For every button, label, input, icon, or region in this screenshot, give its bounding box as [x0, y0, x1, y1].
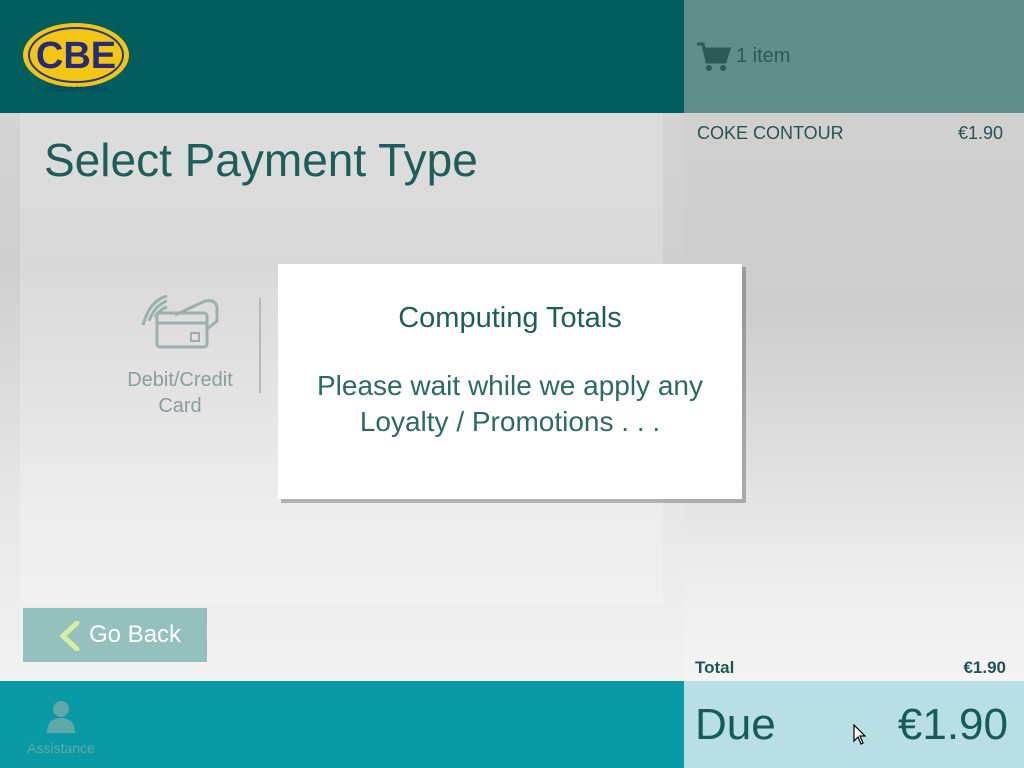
option-divider	[259, 298, 261, 393]
due-label: Due	[695, 700, 776, 749]
cart-item-count: 1 item	[736, 45, 791, 67]
payment-option-label-line1: Debit/Credit	[127, 369, 233, 391]
cbe-logo: CBE CONCANNON GROUP	[23, 23, 129, 93]
cart-line-name: COKE CONTOUR	[697, 123, 844, 143]
dialog-title: Computing Totals	[398, 302, 622, 334]
page-title: Select Payment Type	[44, 134, 478, 186]
mouse-cursor-icon	[853, 724, 867, 745]
dialog-message-line1: Please wait while we apply any	[317, 370, 703, 401]
footer-bar	[0, 681, 684, 768]
contactless-card-icon	[141, 295, 219, 349]
payment-option-label-line2: Card	[158, 395, 202, 417]
dialog-message-line2: Loyalty / Promotions . . .	[359, 406, 661, 437]
payment-option-label: Debit/Credit Card	[110, 367, 250, 419]
go-back-label: Go Back	[89, 621, 182, 648]
assistance-label: Assistance	[27, 740, 95, 756]
payment-option-card[interactable]: Debit/Credit Card	[110, 295, 250, 425]
due-value: €1.90	[897, 700, 1008, 749]
header-bar: CBE CONCANNON GROUP	[0, 0, 684, 113]
chevron-left-icon	[59, 621, 80, 651]
cart-header	[684, 0, 1024, 113]
svg-text:CONCANNON GROUP: CONCANNON GROUP	[44, 87, 107, 93]
dialog-message: Please wait while we apply any Loyalty /…	[278, 368, 742, 440]
go-back-button[interactable]: Go Back	[23, 608, 207, 662]
total-value: €1.90	[963, 658, 1006, 677]
person-icon	[47, 701, 75, 733]
total-label: Total	[695, 658, 735, 677]
assistance-button[interactable]: Assistance	[22, 700, 100, 760]
computing-totals-dialog: Computing Totals Please wait while we ap…	[278, 264, 742, 499]
svg-text:CBE: CBE	[36, 35, 116, 77]
cart-line-price: €1.90	[957, 123, 1003, 143]
shopping-cart-icon	[697, 42, 731, 71]
